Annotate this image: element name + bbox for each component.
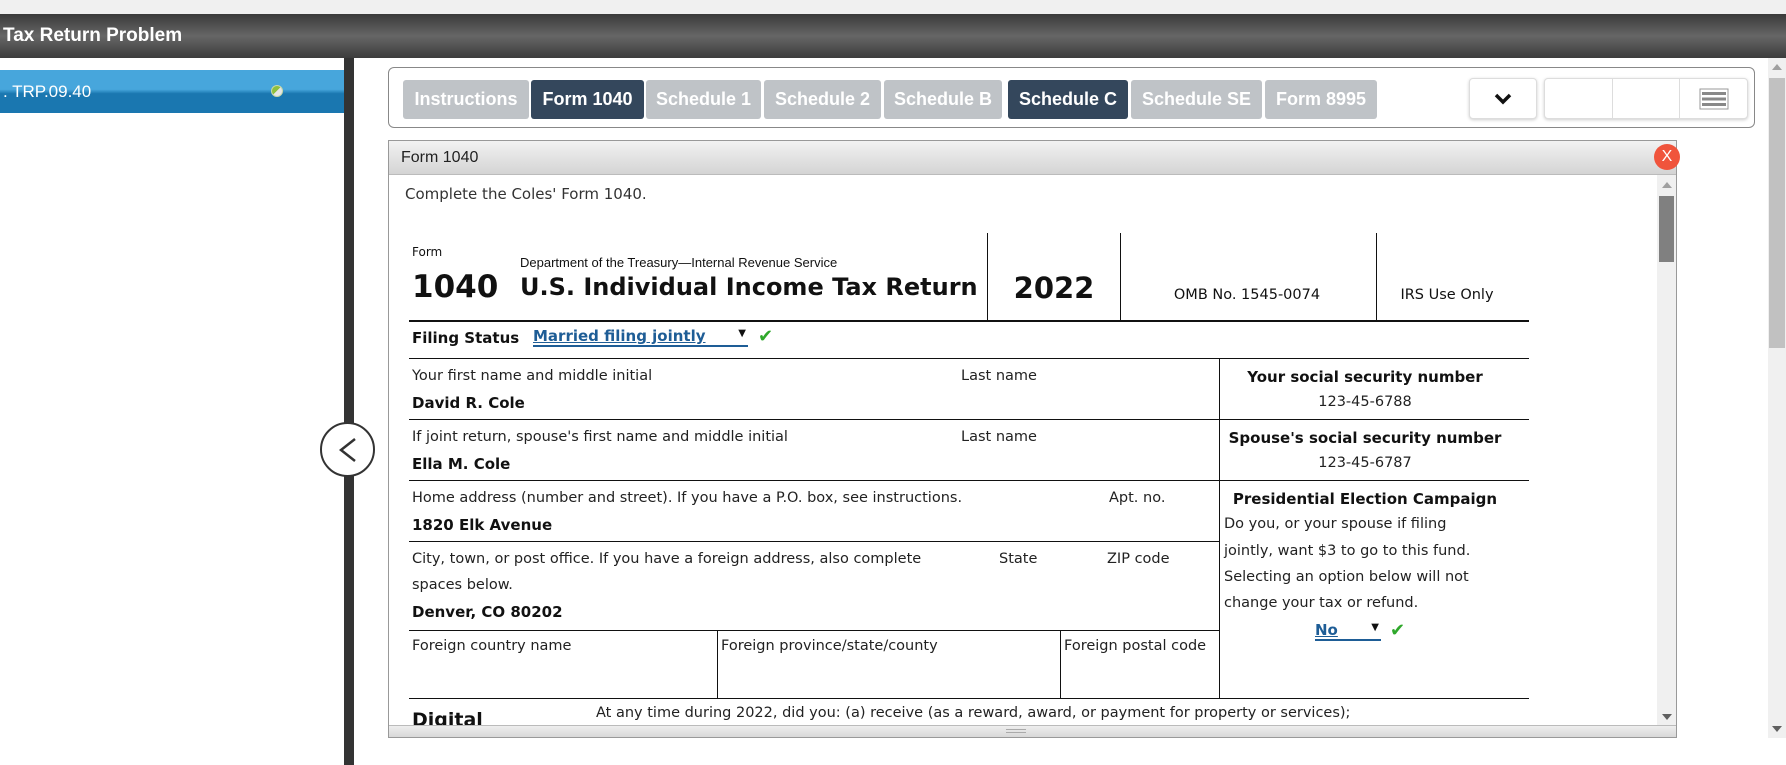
- irs-use-only: IRS Use Only: [1400, 287, 1494, 303]
- tab-instructions[interactable]: Instructions: [403, 80, 529, 119]
- form-label: Form: [412, 245, 443, 259]
- dropdown-caret-icon: ▼: [1371, 622, 1379, 633]
- page-scrollbar[interactable]: [1768, 58, 1786, 738]
- panel-scrollbar[interactable]: [1657, 175, 1676, 727]
- ssn-label: Your social security number: [1247, 368, 1483, 386]
- sidebar-divider[interactable]: [344, 58, 354, 765]
- first-name-value[interactable]: David R. Cole: [412, 394, 525, 412]
- app-title: Tax Return Problem: [0, 14, 1786, 58]
- foreign-postal-label: Foreign postal code: [1064, 638, 1207, 654]
- tax-year: 2022: [1013, 271, 1095, 305]
- apt-label: Apt. no.: [1109, 490, 1166, 506]
- ssn-value[interactable]: 123-45-6788: [1220, 394, 1510, 410]
- presidential-campaign-value: No: [1315, 621, 1338, 639]
- presidential-campaign-title: Presidential Election Campaign: [1232, 490, 1498, 508]
- foreign-province-label: Foreign province/state/county: [721, 638, 938, 654]
- spouse-first-name-label: If joint return, spouse's first name and…: [412, 429, 788, 445]
- spouse-ssn-label: Spouse's social security number: [1228, 429, 1502, 447]
- form-1040-panel: Form 1040 X Complete the Coles' Form 104…: [388, 140, 1680, 738]
- collapse-sidebar-button[interactable]: [320, 422, 375, 477]
- presidential-check-icon: ✔: [1390, 620, 1406, 641]
- spouse-first-name-value[interactable]: Ella M. Cole: [412, 455, 510, 473]
- grip-icon: [1006, 729, 1026, 733]
- sidebar-item-label: . TRP.09.40: [3, 82, 92, 101]
- tab-form-1040[interactable]: Form 1040: [531, 80, 644, 119]
- scroll-down-arrow-icon[interactable]: [1772, 726, 1782, 732]
- dropdown-caret-icon: ▼: [738, 328, 746, 339]
- close-panel-button[interactable]: X: [1654, 144, 1680, 170]
- chevron-left-icon: [338, 437, 356, 462]
- city-value[interactable]: Denver, CO 80202: [412, 603, 563, 621]
- tab-schedule-2[interactable]: Schedule 2: [764, 80, 881, 119]
- filing-status-select[interactable]: Married filing jointly ▼: [533, 327, 748, 347]
- home-address-label: Home address (number and street). If you…: [412, 490, 963, 506]
- form-number: 1040: [412, 269, 499, 305]
- more-tabs-dropdown-button[interactable]: [1469, 78, 1537, 119]
- filing-status-check-icon: ✔: [758, 326, 774, 347]
- digital-assets-question: At any time during 2022, did you: (a) re…: [596, 705, 1351, 721]
- spouse-last-name-label: Last name: [961, 429, 1037, 445]
- city-label-line-1: City, town, or post office. If you have …: [412, 551, 922, 567]
- state-label: State: [999, 551, 1038, 567]
- department-text: Department of the Treasury—Internal Reve…: [520, 255, 838, 270]
- toolbar-button-1[interactable]: [1545, 79, 1613, 118]
- panel-scrollbar-thumb[interactable]: [1659, 196, 1674, 262]
- toolbar-button-group: [1544, 78, 1748, 119]
- browser-top-strip: [0, 0, 1786, 14]
- presidential-line-2: jointly, want $3 to go to this fund.: [1224, 543, 1471, 559]
- toolbar-button-2[interactable]: [1613, 79, 1681, 118]
- spouse-ssn-value[interactable]: 123-45-6787: [1220, 455, 1510, 471]
- menu-button[interactable]: [1680, 79, 1747, 118]
- tab-schedule-c[interactable]: Schedule C: [1008, 80, 1128, 119]
- chevron-down-icon: [1494, 93, 1512, 104]
- sidebar-item-trp-09-40[interactable]: . TRP.09.40: [0, 70, 344, 113]
- panel-resize-handle[interactable]: [389, 725, 1676, 737]
- last-name-label: Last name: [961, 368, 1037, 384]
- omb-number: OMB No. 1545-0074: [1173, 287, 1321, 303]
- home-address-value[interactable]: 1820 Elk Avenue: [412, 516, 552, 534]
- page-scrollbar-thumb[interactable]: [1769, 78, 1785, 348]
- city-label-line-2: spaces below.: [412, 577, 513, 593]
- scroll-up-arrow-icon[interactable]: [1662, 182, 1672, 188]
- instruction-text: Complete the Coles' Form 1040.: [405, 185, 647, 203]
- tab-schedule-1[interactable]: Schedule 1: [646, 80, 761, 119]
- first-name-label: Your first name and middle initial: [412, 368, 653, 384]
- tab-schedule-se[interactable]: Schedule SE: [1131, 80, 1262, 119]
- presidential-line-4: change your tax or refund.: [1224, 595, 1419, 611]
- hamburger-menu-icon: [1699, 88, 1729, 109]
- filing-status-value: Married filing jointly: [533, 327, 706, 345]
- tab-form-8995[interactable]: Form 8995: [1265, 80, 1377, 119]
- panel-title: Form 1040: [389, 141, 1676, 175]
- zip-label: ZIP code: [1107, 551, 1170, 567]
- tab-schedule-b[interactable]: Schedule B: [884, 80, 1002, 119]
- form-tabs-toolbar: Instructions Form 1040 Schedule 1 Schedu…: [388, 67, 1755, 128]
- form-content: Complete the Coles' Form 1040. Form 1040…: [389, 175, 1657, 727]
- foreign-country-label: Foreign country name: [412, 638, 572, 654]
- presidential-line-1: Do you, or your spouse if filing: [1224, 516, 1447, 532]
- scroll-down-arrow-icon[interactable]: [1662, 714, 1672, 720]
- presidential-campaign-select[interactable]: No ▼: [1315, 621, 1381, 641]
- presidential-line-3: Selecting an option below will not: [1224, 569, 1469, 585]
- scroll-up-arrow-icon[interactable]: [1772, 64, 1782, 70]
- sidebar: . TRP.09.40: [0, 58, 344, 765]
- form-title: U.S. Individual Income Tax Return: [520, 273, 978, 301]
- progress-status-icon: [271, 85, 283, 97]
- filing-status-label: Filing Status: [412, 329, 520, 347]
